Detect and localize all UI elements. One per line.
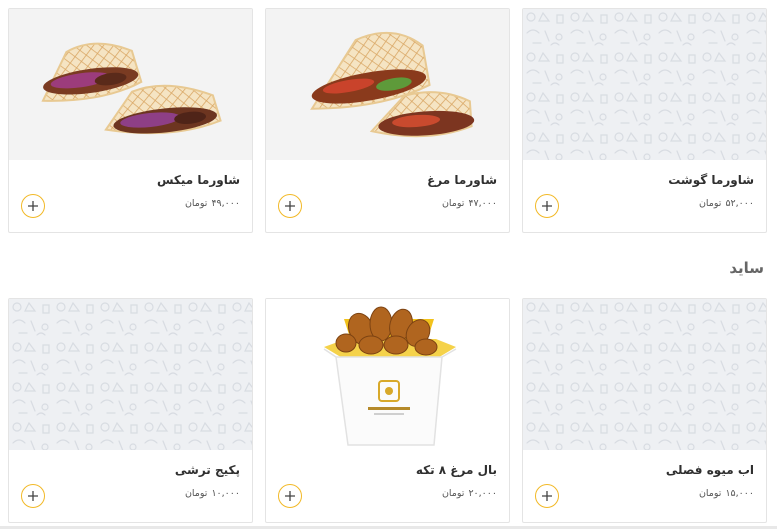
price-value: ۱۰,۰۰۰ — [211, 488, 240, 499]
product-name: اب میوه فصلی — [665, 463, 754, 477]
product-card-chicken-wings[interactable]: بال مرغ ۸ تکه ۲۰,۰۰۰تومان — [265, 298, 510, 523]
product-price: ۲۰,۰۰۰تومان — [442, 488, 497, 499]
product-name: بال مرغ ۸ تکه — [415, 463, 497, 477]
currency-label: تومان — [698, 488, 722, 499]
product-name: شاورما میکس — [156, 173, 240, 187]
plus-icon — [285, 491, 295, 501]
product-card-shawarma-chicken[interactable]: شاورما مرغ ۴۷,۰۰۰تومان — [265, 8, 510, 233]
add-to-cart-button[interactable] — [278, 194, 302, 218]
product-name: شاورما گوشت — [668, 173, 754, 187]
currency-label: تومان — [441, 488, 465, 499]
add-to-cart-button[interactable] — [21, 484, 45, 508]
product-name: پکیج ترشی — [174, 463, 240, 477]
price-value: ۲۰,۰۰۰ — [468, 488, 497, 499]
plus-icon — [28, 491, 38, 501]
product-price: ۱۰,۰۰۰تومان — [185, 488, 240, 499]
price-value: ۱۵,۰۰۰ — [725, 488, 754, 499]
currency-label: تومان — [441, 198, 465, 209]
section-title: ساید — [729, 259, 764, 277]
add-to-cart-button[interactable] — [21, 194, 45, 218]
product-card-pickle-package[interactable]: پکیج ترشی ۱۰,۰۰۰تومان — [8, 298, 253, 523]
product-card-seasonal-juice[interactable]: اب میوه فصلی ۱۵,۰۰۰تومان — [522, 298, 767, 523]
placeholder-pattern — [523, 9, 766, 160]
product-card-shawarma-mix[interactable]: شاورما میکس ۴۹,۰۰۰تومان — [8, 8, 253, 233]
product-price: ۱۵,۰۰۰تومان — [699, 488, 754, 499]
plus-icon — [542, 491, 552, 501]
currency-label: تومان — [184, 198, 208, 209]
placeholder-pattern — [9, 299, 252, 450]
product-card-shawarma-meat[interactable]: شاورما گوشت ۵۲,۰۰۰تومان — [522, 8, 767, 233]
price-value: ۵۲,۰۰۰ — [725, 198, 754, 209]
add-to-cart-button[interactable] — [535, 194, 559, 218]
currency-label: تومان — [698, 198, 722, 209]
product-name: شاورما مرغ — [427, 173, 497, 187]
plus-icon — [28, 201, 38, 211]
currency-label: تومان — [184, 488, 208, 499]
add-to-cart-button[interactable] — [278, 484, 302, 508]
chicken-wings-box-photo — [266, 299, 509, 450]
price-value: ۴۹,۰۰۰ — [211, 198, 240, 209]
product-price: ۵۲,۰۰۰تومان — [699, 198, 754, 209]
price-value: ۴۷,۰۰۰ — [468, 198, 497, 209]
plus-icon — [542, 201, 552, 211]
product-price: ۴۷,۰۰۰تومان — [442, 198, 497, 209]
placeholder-pattern — [523, 299, 766, 450]
shawarma-chicken-photo — [266, 9, 509, 160]
product-price: ۴۹,۰۰۰تومان — [185, 198, 240, 209]
add-to-cart-button[interactable] — [535, 484, 559, 508]
plus-icon — [285, 201, 295, 211]
shawarma-mix-photo — [9, 9, 252, 160]
